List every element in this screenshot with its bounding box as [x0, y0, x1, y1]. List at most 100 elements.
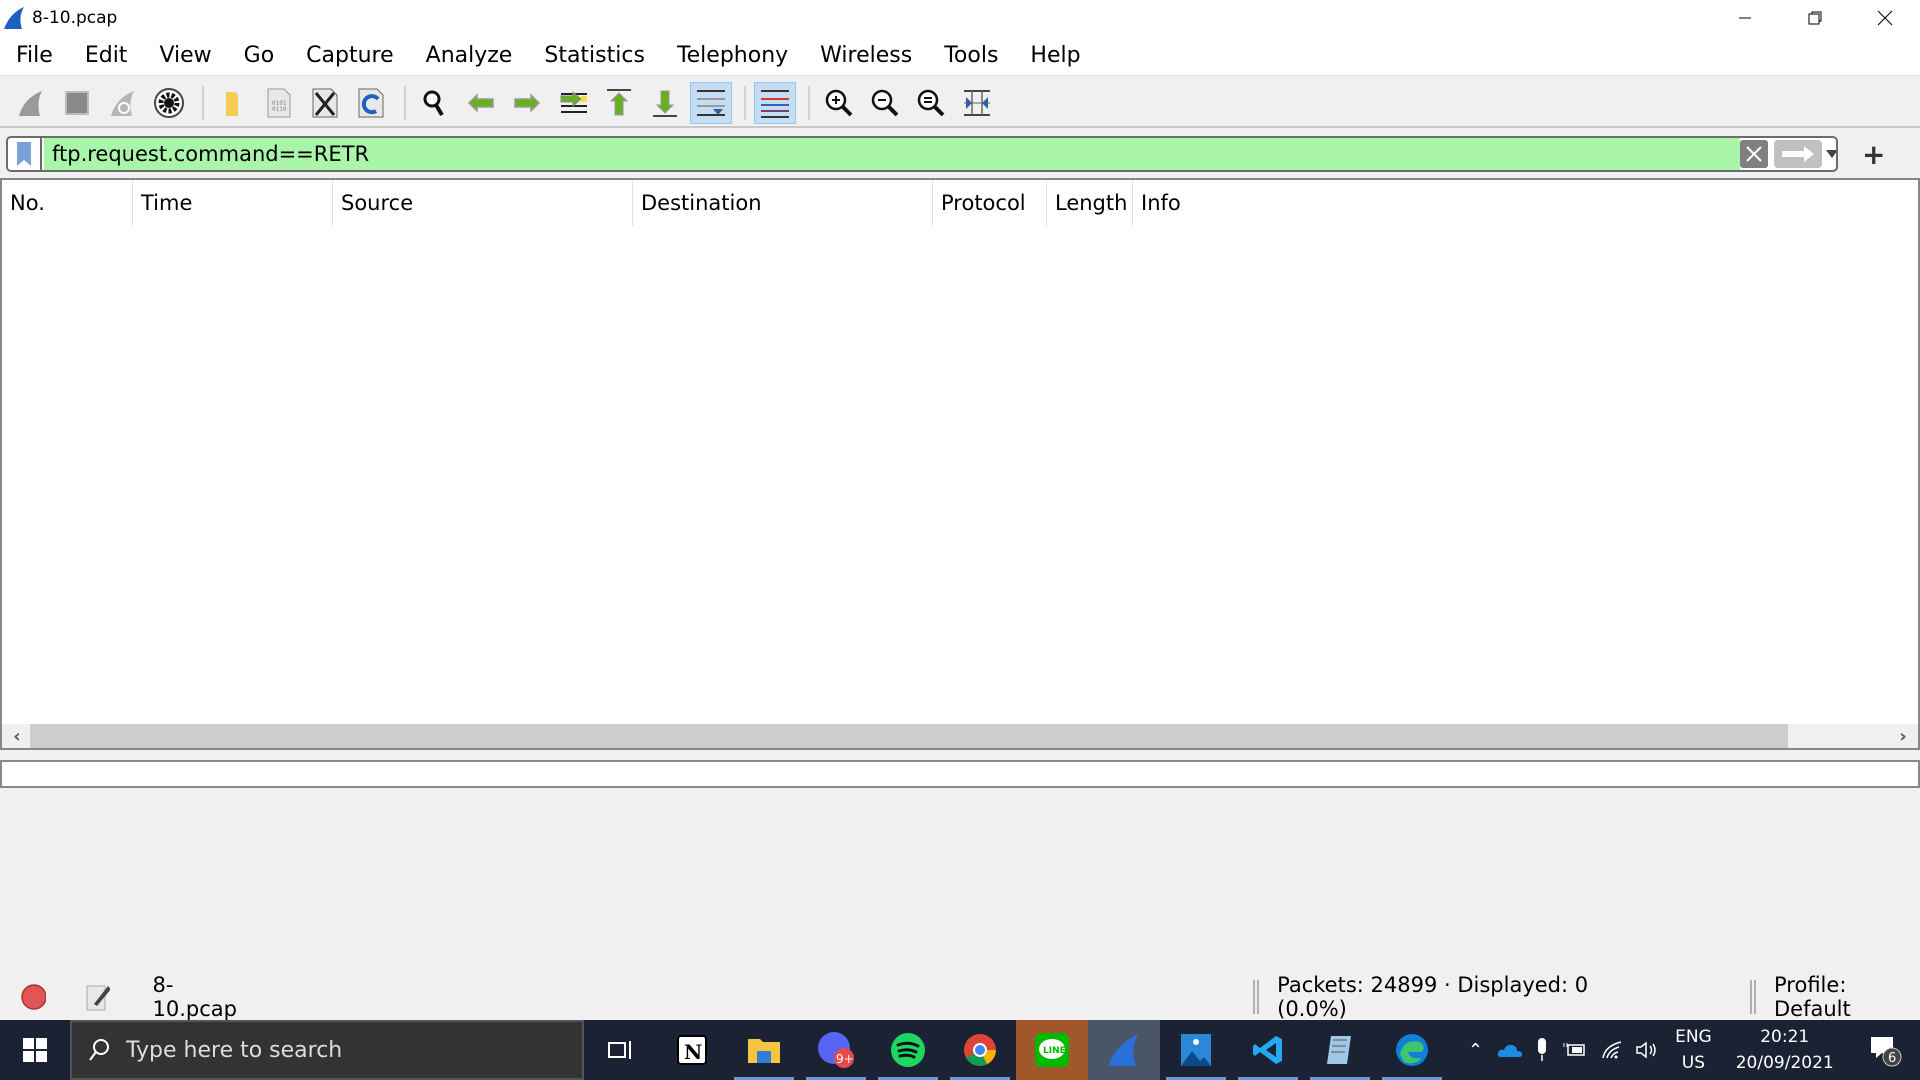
clock[interactable]: 20:21 20/09/2021 — [1736, 1024, 1834, 1076]
taskbar-line[interactable]: LINE — [1016, 1020, 1088, 1080]
menu-wireless[interactable]: Wireless — [820, 43, 912, 68]
scroll-left-icon[interactable]: ‹ — [6, 724, 28, 748]
colorize-button[interactable] — [754, 82, 796, 124]
filter-bookmark-button[interactable] — [8, 138, 42, 170]
save-file-button[interactable]: 0101 0110 — [258, 82, 300, 124]
go-back-button[interactable] — [460, 82, 502, 124]
menu-file[interactable]: File — [16, 43, 53, 68]
menu-edit[interactable]: Edit — [85, 43, 128, 68]
add-filter-button-icon[interactable]: + — [1862, 138, 1885, 171]
save-file-icon: 01010110 — [267, 88, 291, 118]
close-button[interactable] — [1850, 0, 1920, 36]
taskbar-file-explorer[interactable] — [728, 1020, 800, 1080]
filter-history-dropdown[interactable] — [1826, 138, 1836, 170]
resize-columns-button[interactable] — [956, 82, 998, 124]
taskbar-notepad[interactable] — [1304, 1020, 1376, 1080]
taskbar-photos[interactable] — [1160, 1020, 1232, 1080]
edge-icon — [1396, 1034, 1428, 1066]
menu-tools[interactable]: Tools — [944, 43, 998, 68]
task-view-button[interactable] — [584, 1020, 656, 1080]
restore-button[interactable] — [1780, 0, 1850, 36]
discord-icon: 9+ — [818, 1032, 854, 1068]
svg-text:0110: 0110 — [272, 106, 287, 113]
clear-icon — [1746, 146, 1762, 162]
taskbar-wireshark[interactable] — [1088, 1020, 1160, 1080]
resize-columns-icon — [964, 90, 990, 116]
capture-options-button[interactable] — [148, 82, 190, 124]
first-packet-button[interactable] — [598, 82, 640, 124]
menu-capture[interactable]: Capture — [306, 43, 393, 68]
volume-icon[interactable] — [1635, 1040, 1659, 1060]
zoom-out-button[interactable] — [864, 82, 906, 124]
zoom-in-button[interactable] — [818, 82, 860, 124]
input-language[interactable]: ENG US — [1675, 1024, 1712, 1076]
start-button[interactable] — [0, 1020, 70, 1080]
capture-comment-icon[interactable] — [84, 982, 111, 1012]
chevron-down-icon — [1826, 150, 1836, 158]
open-file-button[interactable] — [212, 82, 254, 124]
restart-capture-icon — [111, 91, 134, 116]
find-packet-button[interactable] — [414, 82, 456, 124]
normal-size-button[interactable] — [910, 82, 952, 124]
taskbar-edge[interactable] — [1376, 1020, 1448, 1080]
taskbar-search-box[interactable]: Type here to search — [70, 1020, 584, 1080]
minimize-button[interactable] — [1710, 0, 1780, 36]
battery-icon[interactable] — [1563, 1041, 1587, 1059]
close-file-button[interactable] — [304, 82, 346, 124]
clear-filter-button[interactable] — [1740, 140, 1768, 168]
clock-date: 20/09/2021 — [1735, 1053, 1834, 1073]
colorize-icon — [761, 90, 789, 118]
wifi-icon[interactable] — [1601, 1040, 1625, 1060]
display-filter-input[interactable] — [44, 138, 1740, 170]
scroll-right-icon[interactable]: › — [1892, 724, 1914, 748]
line-icon: LINE — [1035, 1033, 1069, 1067]
show-hidden-icons-icon[interactable]: ⌃ — [1468, 1040, 1483, 1061]
column-length[interactable]: Length — [1047, 180, 1133, 226]
menu-view[interactable]: View — [159, 43, 211, 68]
status-packet-counts: Packets: 24899 · Displayed: 0 (0.0%) — [1277, 973, 1589, 1021]
windows-taskbar: Type here to search N 9+ LINE ⌃ ENG US 20… — [0, 1020, 1920, 1080]
menu-analyze[interactable]: Analyze — [426, 43, 513, 68]
notion-icon: N — [677, 1035, 707, 1065]
toolbar-separator — [744, 86, 746, 120]
stop-capture-button[interactable] — [56, 82, 98, 124]
column-destination[interactable]: Destination — [633, 180, 933, 226]
column-protocol[interactable]: Protocol — [933, 180, 1047, 226]
taskbar-spotify[interactable] — [872, 1020, 944, 1080]
go-back-icon — [467, 93, 494, 113]
zoom-in-icon — [825, 89, 853, 117]
reload-file-button[interactable] — [350, 82, 392, 124]
expert-info-icon[interactable] — [20, 983, 47, 1011]
go-to-packet-button[interactable] — [552, 82, 594, 124]
onedrive-icon[interactable] — [1497, 1042, 1523, 1058]
last-packet-button[interactable] — [644, 82, 686, 124]
status-bar: 8-10.pcap Packets: 24899 · Displayed: 0 … — [0, 973, 1920, 1021]
taskbar-chrome[interactable] — [944, 1020, 1016, 1080]
taskbar-vscode[interactable] — [1232, 1020, 1304, 1080]
column-info[interactable]: Info — [1133, 180, 1918, 226]
photos-icon — [1181, 1034, 1211, 1066]
taskbar-notion[interactable]: N — [656, 1020, 728, 1080]
scrollbar-thumb[interactable] — [30, 724, 1788, 748]
arrow-right-icon — [1782, 146, 1814, 162]
status-profile[interactable]: Profile: Default — [1774, 973, 1920, 1021]
microphone-icon[interactable] — [1535, 1037, 1549, 1063]
menu-telephony[interactable]: Telephony — [677, 43, 788, 68]
go-forward-button[interactable] — [506, 82, 548, 124]
menu-help[interactable]: Help — [1030, 43, 1080, 68]
stop-capture-icon — [65, 91, 89, 115]
column-source[interactable]: Source — [333, 180, 633, 226]
notepad-icon — [1327, 1036, 1351, 1064]
auto-scroll-button[interactable] — [690, 82, 732, 124]
restart-capture-button[interactable] — [102, 82, 144, 124]
toolbar-separator — [404, 86, 406, 120]
start-capture-button[interactable] — [10, 82, 52, 124]
taskbar-discord[interactable]: 9+ — [800, 1020, 872, 1080]
notification-center-icon[interactable]: 6 — [1868, 1033, 1902, 1067]
column-time[interactable]: Time — [133, 180, 333, 226]
column-no[interactable]: No. — [2, 180, 133, 226]
menu-go[interactable]: Go — [244, 43, 275, 68]
apply-filter-button[interactable] — [1774, 140, 1822, 168]
horizontal-scrollbar[interactable]: ‹ › — [2, 724, 1918, 748]
menu-statistics[interactable]: Statistics — [544, 43, 645, 68]
